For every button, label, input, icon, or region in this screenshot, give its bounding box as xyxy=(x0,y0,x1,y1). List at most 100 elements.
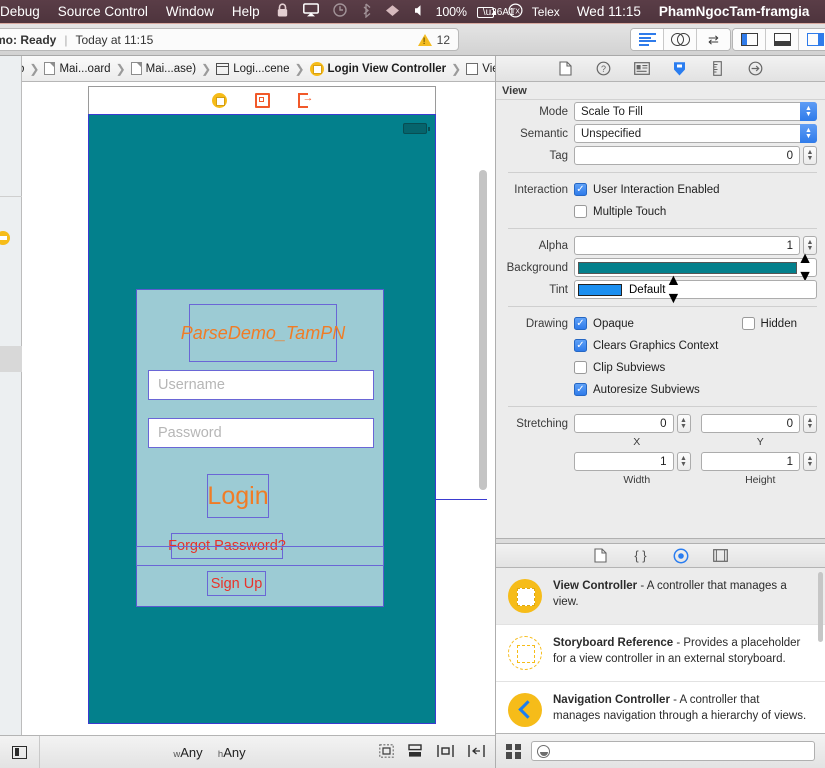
separator-view[interactable] xyxy=(136,546,384,566)
autoresize-subviews-checkbox[interactable]: ✓ xyxy=(574,383,587,396)
list-item[interactable]: Storyboard Reference - Provides a placeh… xyxy=(496,625,825,682)
sign-up-button[interactable]: Sign Up xyxy=(207,571,266,596)
library-search-input[interactable] xyxy=(531,741,815,761)
update-frames-icon[interactable] xyxy=(379,743,394,761)
list-item[interactable]: Navigation Controller - A controller tha… xyxy=(496,682,825,733)
airplay-icon[interactable] xyxy=(302,3,319,20)
list-item[interactable]: View Controller - A controller that mana… xyxy=(496,568,825,625)
canvas-vertical-scrollbar[interactable] xyxy=(479,170,487,490)
menubar-user[interactable]: PhamNgocTam-framgia xyxy=(650,0,819,24)
stretch-height-stepper[interactable]: ▲ ▼ xyxy=(803,452,817,471)
stretch-y-stepper[interactable]: ▲ ▼ xyxy=(803,414,817,433)
opaque-checkbox[interactable]: ✓ xyxy=(574,317,587,330)
identity-inspector-tab[interactable] xyxy=(633,61,650,77)
hidden-checkbox[interactable] xyxy=(741,317,755,330)
stretch-width-input[interactable]: 1 xyxy=(574,452,674,471)
version-editor-button[interactable]: ⇄ xyxy=(697,29,730,50)
navigator-toggle-button[interactable] xyxy=(733,29,766,50)
interface-builder-canvas[interactable]: ParseDemo_TamPN Username Password Login … xyxy=(22,82,487,735)
grid-view-icon[interactable] xyxy=(506,743,521,759)
stretch-x-stepper[interactable]: ▲ ▼ xyxy=(676,414,691,433)
file-inspector-tab[interactable] xyxy=(558,61,574,77)
menu-item-debug[interactable]: Debug xyxy=(0,0,49,24)
wifi-icon[interactable] xyxy=(385,4,400,20)
breadcrumb-item-login-view-controller[interactable]: Login View Controller xyxy=(308,61,449,76)
status-bar-battery-icon xyxy=(403,123,430,134)
mode-value: Scale To Fill xyxy=(581,105,643,118)
storyboard-scene-icon xyxy=(216,62,230,75)
stretch-y-input[interactable]: 0 xyxy=(700,414,800,433)
battery-icon[interactable]: \u26A1 xyxy=(476,4,515,19)
assistant-editor-icon xyxy=(670,33,690,46)
alpha-row: Alpha 1 ▲ ▼ xyxy=(496,235,825,256)
drawing-row: Drawing ✓ Opaque Hidden xyxy=(496,313,825,334)
view-controller-icon[interactable] xyxy=(0,231,10,245)
stretching-label: Stretching xyxy=(516,417,568,430)
debug-toggle-button[interactable] xyxy=(766,29,799,50)
breadcrumb-item-main-storyboard[interactable]: Mai...oard xyxy=(42,62,112,75)
view-as-button[interactable] xyxy=(0,736,40,768)
login-button[interactable]: Login xyxy=(207,474,269,518)
breadcrumb-item-login-scene[interactable]: Logi...cene xyxy=(214,62,291,75)
assistant-editor-button[interactable] xyxy=(664,29,697,50)
mode-select[interactable]: Scale To Fill ▲ ▼ xyxy=(574,102,817,121)
menubar-clock[interactable]: Wed 11:15 xyxy=(568,0,650,24)
code-snippet-library-tab[interactable]: { } xyxy=(633,548,649,564)
navigation-controller-icon xyxy=(508,693,542,727)
align-icon[interactable] xyxy=(437,744,454,761)
quick-help-inspector-tab[interactable]: ? xyxy=(596,61,612,77)
breadcrumb-item-view[interactable]: View xyxy=(464,62,495,75)
exit-icon[interactable] xyxy=(297,92,314,108)
tint-color-well[interactable]: Default ▲ ▼ xyxy=(574,272,817,307)
username-input[interactable]: Username xyxy=(148,370,374,400)
background-color-well[interactable]: ▲ ▼ xyxy=(574,250,817,285)
standard-editor-button[interactable] xyxy=(631,29,664,50)
connections-inspector-tab[interactable] xyxy=(748,61,764,77)
time-machine-icon[interactable] xyxy=(332,3,347,20)
view-controller-icon[interactable] xyxy=(211,93,227,108)
size-class-control[interactable]: wAny hAny xyxy=(40,745,379,760)
embed-in-icon[interactable] xyxy=(408,743,423,761)
stretch-height-input[interactable]: 1 xyxy=(700,452,800,471)
semantic-select[interactable]: Unspecified ▲ ▼ xyxy=(574,124,817,143)
object-library-tab[interactable] xyxy=(673,548,689,564)
media-library-tab[interactable] xyxy=(713,548,729,564)
tag-input[interactable]: 0 xyxy=(574,146,800,165)
stretch-x-input[interactable]: 0 xyxy=(574,414,674,433)
user-interaction-label: User Interaction Enabled xyxy=(593,183,720,196)
menu-item-help[interactable]: Help xyxy=(223,0,269,24)
attributes-inspector-tab[interactable] xyxy=(672,61,688,77)
navigator-selected-row[interactable] xyxy=(0,346,22,372)
device-view[interactable]: ParseDemo_TamPN Username Password Login … xyxy=(88,114,436,724)
menu-item-window[interactable]: Window xyxy=(157,0,223,24)
user-interaction-checkbox[interactable]: ✓ xyxy=(574,183,587,196)
object-library-list[interactable]: View Controller - A controller that mana… xyxy=(496,568,825,733)
alpha-input[interactable]: 1 xyxy=(574,236,800,255)
breadcrumb-item-main-base[interactable]: Mai...ase) xyxy=(129,62,199,75)
first-responder-icon[interactable] xyxy=(254,93,270,108)
app-title-label[interactable]: ParseDemo_TamPN xyxy=(181,304,345,362)
password-input[interactable]: Password xyxy=(148,418,374,448)
stretch-width-stepper[interactable]: ▲ ▼ xyxy=(676,452,691,471)
lock-icon[interactable] xyxy=(276,2,289,21)
warning-count[interactable]: 12 xyxy=(437,33,450,47)
login-view-controller-scene[interactable]: ParseDemo_TamPN Username Password Login … xyxy=(88,86,487,726)
input-source-label[interactable]: Telex xyxy=(530,0,568,24)
menu-item-source-control[interactable]: Source Control xyxy=(49,0,157,24)
login-container-view[interactable]: ParseDemo_TamPN Username Password Login … xyxy=(136,289,384,607)
navigator-panel-edge[interactable] xyxy=(0,56,22,735)
tag-stepper[interactable]: ▲ ▼ xyxy=(803,146,817,165)
library-scrollbar[interactable] xyxy=(818,572,823,642)
pin-icon[interactable] xyxy=(468,744,485,761)
alpha-label: Alpha xyxy=(538,239,568,252)
clip-subviews-checkbox[interactable] xyxy=(574,361,587,374)
library-filter-bar xyxy=(496,733,825,768)
bluetooth-icon[interactable] xyxy=(361,3,371,21)
clears-graphics-checkbox[interactable]: ✓ xyxy=(574,339,587,352)
size-inspector-tab[interactable] xyxy=(710,61,726,77)
utilities-toggle-button[interactable] xyxy=(799,29,825,50)
multiple-touch-checkbox[interactable] xyxy=(574,205,587,218)
mode-label: Mode xyxy=(539,105,568,118)
volume-icon[interactable] xyxy=(414,4,426,20)
file-template-library-tab[interactable] xyxy=(593,548,609,564)
